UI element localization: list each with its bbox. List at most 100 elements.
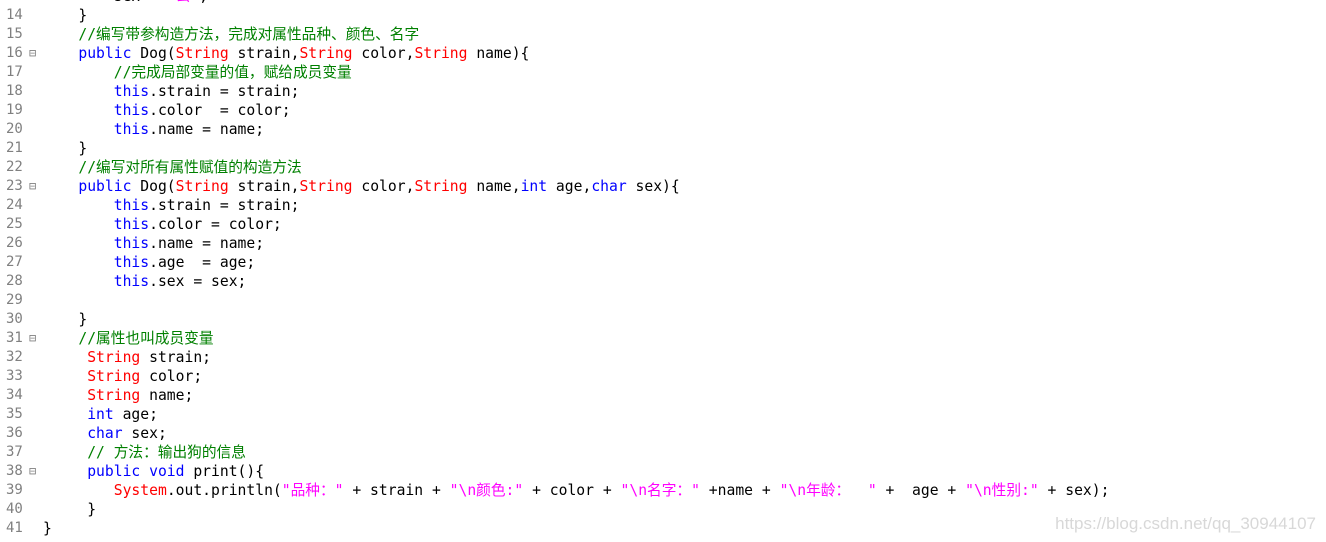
- keyword-token: this: [113, 235, 150, 252]
- code-token: sex;: [122, 425, 167, 442]
- code-line[interactable]: 34 String name;: [0, 386, 1326, 405]
- type-token: String: [175, 45, 229, 62]
- code-token: color,: [352, 45, 415, 62]
- code-line[interactable]: 28 this.sex = sex;: [0, 272, 1326, 291]
- code-token: + age +: [876, 482, 966, 499]
- code-token: .color = color;: [149, 102, 291, 119]
- keyword-token: this: [113, 197, 150, 214]
- code-token: color,: [352, 178, 415, 195]
- code-token: strain,: [228, 45, 300, 62]
- code-text: this.name = name;: [43, 234, 264, 253]
- code-line[interactable]: 33 String color;: [0, 367, 1326, 386]
- code-line[interactable]: 36 char sex;: [0, 424, 1326, 443]
- code-token: .color = color;: [149, 216, 282, 233]
- keyword-token: this: [113, 273, 150, 290]
- line-number: 16: [6, 45, 23, 61]
- comment-token: //完成局部变量的值，赋给成员变量: [113, 64, 352, 81]
- type-token: String: [299, 45, 353, 62]
- code-line[interactable]: 39 System.out.println("品种：" + strain + "…: [0, 481, 1326, 500]
- line-number: 23: [6, 178, 23, 194]
- code-line[interactable]: 23 ⊟ public Dog(String strain,String colo…: [0, 177, 1326, 196]
- code-token: }: [43, 501, 97, 518]
- code-line[interactable]: 22 //编写对所有属性赋值的构造方法: [0, 158, 1326, 177]
- line-number: 14: [6, 7, 23, 23]
- type-token: String: [414, 178, 468, 195]
- code-token: .out.println(: [166, 482, 282, 499]
- code-line[interactable]: 25 this.color = color;: [0, 215, 1326, 234]
- code-text: System.out.println("品种：" + strain + "\n颜…: [43, 481, 1110, 500]
- code-editor[interactable]: 13 sex = "公";14 }15 //编写带参构造方法，完成对属性品种、颜…: [0, 0, 1326, 538]
- line-number: 19: [6, 102, 23, 118]
- keyword-token: public: [78, 45, 132, 62]
- code-line[interactable]: 20 this.name = name;: [0, 120, 1326, 139]
- code-line[interactable]: 14 }: [0, 6, 1326, 25]
- keyword-token: this: [113, 216, 150, 233]
- line-number: 29: [6, 292, 23, 308]
- code-line[interactable]: 30 }: [0, 310, 1326, 329]
- code-token: .strain = strain;: [149, 197, 300, 214]
- code-line[interactable]: 27 this.age = age;: [0, 253, 1326, 272]
- line-number: 35: [6, 406, 23, 422]
- line-number: 31: [6, 330, 23, 346]
- type-token: System: [113, 482, 167, 499]
- fold-toggle-icon[interactable]: ⊟: [29, 462, 36, 481]
- line-number: 27: [6, 254, 23, 270]
- code-text: //编写带参构造方法，完成对属性品种、颜色、名字: [43, 25, 419, 44]
- fold-toggle-icon[interactable]: ⊟: [29, 44, 36, 63]
- code-line[interactable]: 35 int age;: [0, 405, 1326, 424]
- code-line[interactable]: 38 ⊟ public void print(){: [0, 462, 1326, 481]
- code-line[interactable]: 37 // 方法：输出狗的信息: [0, 443, 1326, 462]
- code-line[interactable]: 21 }: [0, 139, 1326, 158]
- code-token: print(){: [184, 463, 265, 480]
- code-line[interactable]: 19 this.color = color;: [0, 101, 1326, 120]
- fold-toggle-icon[interactable]: ⊟: [29, 329, 36, 348]
- keyword-token: int: [520, 178, 548, 195]
- line-number: 25: [6, 216, 23, 232]
- type-token: String: [175, 178, 229, 195]
- code-token: .sex = sex;: [149, 273, 247, 290]
- type-token: String: [414, 45, 468, 62]
- code-token: .strain = strain;: [149, 83, 300, 100]
- watermark: https://blog.csdn.net/qq_30944107: [1055, 514, 1316, 533]
- line-number: 21: [6, 140, 23, 156]
- line-number: 33: [6, 368, 23, 384]
- comment-token: //属性也叫成员变量: [78, 330, 214, 347]
- code-line[interactable]: 15 //编写带参构造方法，完成对属性品种、颜色、名字: [0, 25, 1326, 44]
- code-token: Dog(: [131, 178, 176, 195]
- line-number: 36: [6, 425, 23, 441]
- code-line[interactable]: 16 ⊟ public Dog(String strain,String colo…: [0, 44, 1326, 63]
- code-token: .age = age;: [149, 254, 256, 271]
- code-text: }: [43, 310, 87, 329]
- code-line[interactable]: 31 ⊟ //属性也叫成员变量: [0, 329, 1326, 348]
- code-token: + sex);: [1038, 482, 1110, 499]
- keyword-token: public: [87, 463, 141, 480]
- fold-toggle-icon[interactable]: ⊟: [29, 177, 36, 196]
- line-number: 39: [6, 482, 23, 498]
- keyword-token: void: [149, 463, 185, 480]
- code-line[interactable]: 17 //完成局部变量的值，赋给成员变量: [0, 63, 1326, 82]
- code-token: name){: [467, 45, 530, 62]
- code-text: this.sex = sex;: [43, 272, 247, 291]
- line-number: 40: [6, 501, 23, 517]
- code-line[interactable]: 26 this.name = name;: [0, 234, 1326, 253]
- code-text: //编写对所有属性赋值的构造方法: [43, 158, 301, 177]
- code-line[interactable]: 18 this.strain = strain;: [0, 82, 1326, 101]
- code-line[interactable]: 32 String strain;: [0, 348, 1326, 367]
- code-text: String strain;: [43, 348, 211, 367]
- line-number: 32: [6, 349, 23, 365]
- code-text: String name;: [43, 386, 193, 405]
- code-token: color;: [140, 368, 203, 385]
- code-line[interactable]: 29: [0, 291, 1326, 310]
- code-line[interactable]: 24 this.strain = strain;: [0, 196, 1326, 215]
- code-token: }: [43, 520, 52, 537]
- line-number: 22: [6, 159, 23, 175]
